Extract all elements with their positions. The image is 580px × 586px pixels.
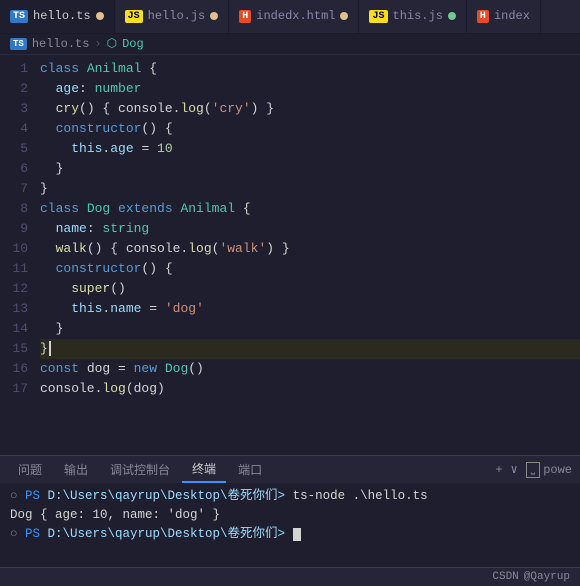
code-editor[interactable]: 1234567891011121314151617 class Anilmal … [0,55,580,455]
terminal-icons: + ∨ ⎵ powe [495,462,572,478]
code-line: cry() { console.log('cry') } [40,99,580,119]
breadcrumb: TS hello.ts › ⬡ Dog [0,34,580,55]
breadcrumb-separator: › [94,37,101,51]
line-number: 6 [0,159,36,179]
status-bar: CSDN @Qayrup [0,567,580,586]
line-number: 15 [0,339,36,359]
tab-this-js-label: this.js [393,9,443,23]
line-number: 12 [0,279,36,299]
line-number: 13 [0,299,36,319]
line-numbers: 1234567891011121314151617 [0,55,36,455]
status-csdn: CSDN [492,571,518,583]
terminal-line: ○ PS D:\Users\qayrup\Desktop\卷死你们> ts-no… [10,487,570,506]
terminal-tab-ports[interactable]: 端口 [228,457,272,482]
tab-hello-ts-dot [96,12,104,20]
line-number: 1 [0,59,36,79]
code-line: } [40,319,580,339]
breadcrumb-symbol-icon: ⬡ [107,36,117,51]
code-line: walk() { console.log('walk') } [40,239,580,259]
code-area[interactable]: class Anilmal { age: number cry() { cons… [36,55,580,455]
terminal-body[interactable]: ○ PS D:\Users\qayrup\Desktop\卷死你们> ts-no… [0,483,580,566]
line-number: 2 [0,79,36,99]
line-number: 9 [0,219,36,239]
tab-index-label: index [494,9,530,23]
js-icon-2: JS [369,10,387,23]
ts-icon: TS [10,10,28,23]
code-line: this.age = 10 [40,139,580,159]
line-number: 8 [0,199,36,219]
line-number: 4 [0,119,36,139]
tab-hello-ts[interactable]: TS hello.ts [0,0,115,34]
tab-hello-js-dot [210,12,218,20]
tab-this-js-dot [448,12,456,20]
breadcrumb-icon-ts: TS [10,38,27,50]
line-number: 14 [0,319,36,339]
line-number: 5 [0,139,36,159]
code-line: console.log(dog) [40,379,580,399]
chevron-icon[interactable]: ∨ [511,462,518,477]
terminal-tab-debug[interactable]: 调试控制台 [100,457,180,482]
code-line: age: number [40,79,580,99]
terminal-power-icon: ⎵ powe [526,462,572,478]
js-icon-1: JS [125,10,143,23]
breadcrumb-file: hello.ts [32,37,90,51]
tab-this-js[interactable]: JS this.js [359,0,466,34]
tab-hello-js[interactable]: JS hello.js [115,0,230,34]
terminal-tab-issues[interactable]: 问题 [8,457,52,482]
code-line: name: string [40,219,580,239]
tab-hello-js-label: hello.js [148,9,206,23]
editor-container: TS hello.ts JS hello.js H indedx.html JS… [0,0,580,586]
line-number: 10 [0,239,36,259]
terminal-tab-bar: 问题 输出 调试控制台 终端 端口 + ∨ ⎵ powe [0,455,580,483]
tab-indedx-html-dot [340,12,348,20]
tab-bar: TS hello.ts JS hello.js H indedx.html JS… [0,0,580,34]
code-line: constructor() { [40,119,580,139]
code-line: class Anilmal { [40,59,580,79]
code-line: const dog = new Dog() [40,359,580,379]
status-user: @Qayrup [524,571,570,583]
code-line: class Dog extends Anilmal { [40,199,580,219]
line-number: 16 [0,359,36,379]
tab-hello-ts-label: hello.ts [33,9,91,23]
terminal-line: ○ PS D:\Users\qayrup\Desktop\卷死你们> [10,525,570,544]
terminal-tab-output[interactable]: 输出 [54,457,98,482]
terminal-line: Dog { age: 10, name: 'dog' } [10,506,570,525]
plus-icon[interactable]: + [495,463,502,477]
line-number: 11 [0,259,36,279]
terminal-tab-terminal[interactable]: 终端 [182,456,226,483]
code-line: super() [40,279,580,299]
line-number: 7 [0,179,36,199]
html-icon-2: H [477,10,489,23]
breadcrumb-symbol: Dog [122,37,144,51]
code-line: } [40,159,580,179]
line-number: 17 [0,379,36,399]
code-line: } [40,339,580,359]
tab-indedx-html-label: indedx.html [256,9,335,23]
tab-index[interactable]: H index [467,0,541,34]
code-line: constructor() { [40,259,580,279]
html-icon-1: H [239,10,251,23]
line-number: 3 [0,99,36,119]
tab-indedx-html[interactable]: H indedx.html [229,0,359,34]
code-line: } [40,179,580,199]
code-line: this.name = 'dog' [40,299,580,319]
